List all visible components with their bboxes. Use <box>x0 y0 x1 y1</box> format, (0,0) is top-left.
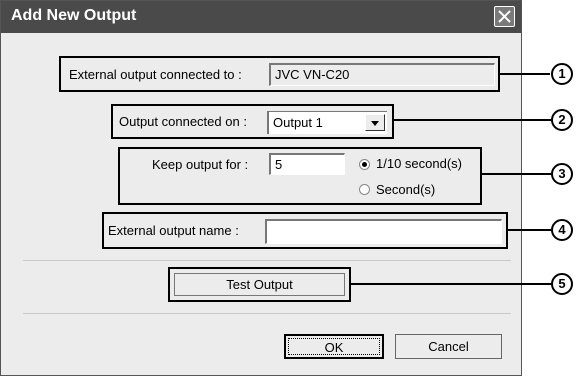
callout-line-1 <box>499 73 550 75</box>
dialog-title: Add New Output <box>11 7 137 24</box>
radio-tenth-second-label: 1/10 second(s) <box>376 156 462 171</box>
output-connected-label: Output connected on : <box>119 114 247 129</box>
test-output-label: Test Output <box>226 277 293 292</box>
add-new-output-dialog: Add New Output External output connected… <box>0 0 522 376</box>
close-icon <box>498 10 511 23</box>
keep-output-value: 5 <box>275 157 283 172</box>
keep-output-input[interactable]: 5 <box>269 153 345 175</box>
chevron-down-icon <box>371 121 379 126</box>
radio-second-label: Second(s) <box>376 182 436 197</box>
cancel-label: Cancel <box>428 339 469 354</box>
ok-label: OK <box>324 340 344 355</box>
callout-line-2 <box>393 119 551 121</box>
output-connected-group: Output connected on : Output 1 <box>111 104 394 139</box>
test-output-button[interactable]: Test Output <box>174 273 345 296</box>
keep-output-label: Keep output for : <box>152 157 249 172</box>
external-output-label: External output connected to : <box>69 67 242 82</box>
external-output-name-label: External output name : <box>108 223 239 238</box>
external-output-value: JVC VN-C20 <box>275 67 350 82</box>
title-bar: Add New Output <box>1 1 521 33</box>
output-select-value: Output 1 <box>273 115 323 130</box>
external-output-name-input[interactable] <box>265 219 502 244</box>
callout-2: 2 <box>551 109 573 131</box>
callout-4: 4 <box>551 219 573 241</box>
callout-line-5 <box>350 283 551 285</box>
output-select[interactable]: Output 1 <box>267 111 387 134</box>
radio-tenth-second[interactable] <box>359 159 370 170</box>
external-output-field: JVC VN-C20 <box>269 63 495 86</box>
close-button[interactable] <box>494 6 515 27</box>
external-output-name-group: External output name : <box>102 212 508 249</box>
callout-3: 3 <box>551 163 573 185</box>
callout-5: 5 <box>551 273 573 295</box>
ok-button[interactable]: OK <box>284 334 384 359</box>
external-output-group: External output connected to : JVC VN-C2… <box>59 56 500 92</box>
dropdown-button[interactable] <box>365 114 385 131</box>
keep-output-group: Keep output for : 5 1/10 second(s) Secon… <box>118 147 482 205</box>
callout-1: 1 <box>551 63 573 85</box>
cancel-button[interactable]: Cancel <box>395 334 502 359</box>
callout-line-4 <box>507 229 551 231</box>
callout-line-3 <box>481 173 551 175</box>
separator-bottom <box>23 313 511 314</box>
separator-top <box>23 260 511 261</box>
test-output-group: Test Output <box>168 267 351 302</box>
radio-second[interactable] <box>359 184 370 195</box>
